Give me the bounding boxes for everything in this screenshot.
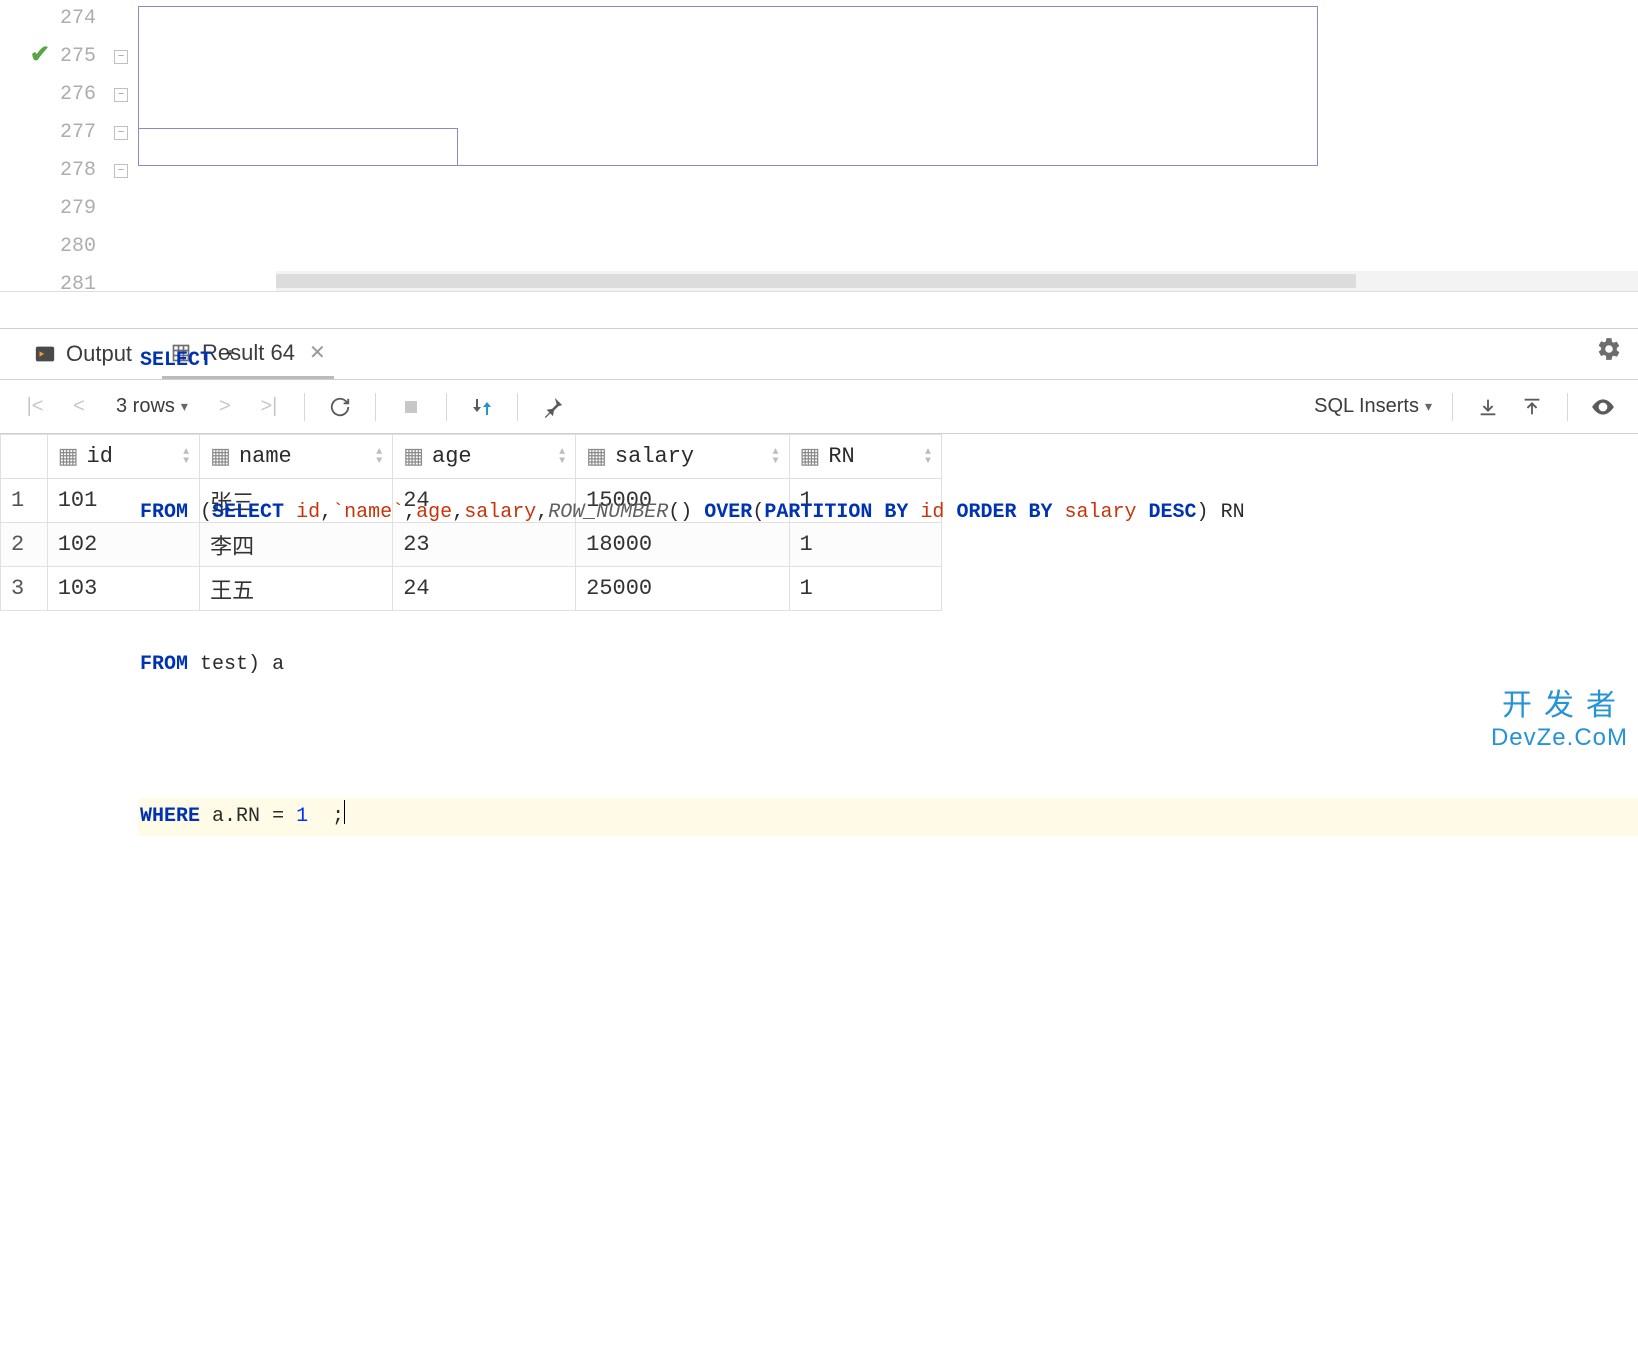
text-caret (344, 800, 345, 824)
code-line[interactable] (138, 1064, 1638, 1102)
column-icon: ▦ (210, 444, 231, 470)
code-line[interactable]: FROM (SELECT id,`name`,age,salary,ROW_NU… (138, 494, 1638, 532)
statement-highlight-box (138, 6, 1318, 166)
fold-toggle-icon[interactable]: − (114, 126, 128, 140)
fold-toggle-icon[interactable]: − (114, 164, 128, 178)
sort-icon[interactable]: ▲▼ (183, 448, 189, 466)
tab-label: Output (66, 341, 132, 367)
first-page-button[interactable]: |< (20, 392, 50, 422)
column-icon: ▦ (800, 444, 821, 470)
column-icon: ▦ (58, 444, 79, 470)
statement-highlight-box (138, 128, 458, 166)
column-icon: ▦ (403, 444, 424, 470)
column-label: age (432, 444, 472, 469)
fold-toggle-icon[interactable]: − (114, 88, 128, 102)
code-line[interactable]: SELECT * (138, 342, 1638, 380)
column-icon: ▦ (586, 444, 607, 470)
column-header-salary[interactable]: ▦ salary ▲▼ (576, 435, 789, 479)
code-line-current[interactable]: WHERE a.RN = 1 ; (138, 798, 1638, 836)
horizontal-scrollbar[interactable] (276, 271, 1638, 291)
line-number: 274 (0, 0, 96, 38)
sort-icon[interactable]: ▲▼ (559, 448, 565, 466)
watermark-en: DevZe.CoM (1491, 724, 1628, 753)
column-header-rn[interactable]: ▦ RN ▲▼ (789, 435, 941, 479)
line-number-gutter: 274 ✔ 275 276 277 278 279 280 281 (0, 0, 108, 291)
line-number: 278 (0, 152, 96, 190)
code-line[interactable]: FROM test) a (138, 646, 1638, 684)
watermark-cn: 开发者 (1491, 688, 1628, 724)
column-label: RN (828, 444, 854, 469)
gear-icon[interactable] (1596, 336, 1622, 371)
output-icon (34, 343, 56, 365)
code-line[interactable] (138, 1178, 1638, 1216)
code-line[interactable] (138, 190, 1638, 228)
prev-page-button[interactable]: < (64, 392, 94, 422)
line-number: 281 (0, 266, 96, 304)
line-number: 280 (0, 228, 96, 266)
line-number: ✔ 275 (0, 38, 96, 76)
scrollbar-thumb[interactable] (276, 274, 1356, 288)
sort-icon[interactable]: ▲▼ (773, 448, 779, 466)
column-header-name[interactable]: ▦ name ▲▼ (200, 435, 393, 479)
column-header-id[interactable]: ▦ id ▲▼ (47, 435, 199, 479)
run-success-icon: ✔ (30, 38, 50, 76)
sort-icon[interactable]: ▲▼ (925, 448, 931, 466)
code-line[interactable] (138, 950, 1638, 988)
line-number: 277 (0, 114, 96, 152)
row-number-cell: 3 (1, 567, 48, 611)
line-number: 279 (0, 190, 96, 228)
row-number-header (1, 435, 48, 479)
tab-output[interactable]: Output (26, 329, 140, 379)
table-header-row: ▦ id ▲▼ ▦ name ▲▼ ▦ age ▲▼ (1, 435, 942, 479)
column-label: id (87, 444, 113, 469)
watermark: 开发者 DevZe.CoM (1491, 688, 1628, 753)
sort-icon[interactable]: ▲▼ (376, 448, 382, 466)
row-number-cell: 1 (1, 479, 48, 523)
fold-gutter: − − − − (108, 0, 138, 291)
column-header-age[interactable]: ▦ age ▲▼ (393, 435, 576, 479)
fold-toggle-icon[interactable]: − (114, 50, 128, 64)
column-label: name (239, 444, 292, 469)
column-label: salary (615, 444, 694, 469)
code-text-area[interactable]: SELECT * FROM (SELECT id,`name`,age,sala… (138, 0, 1638, 291)
sql-editor[interactable]: 274 ✔ 275 276 277 278 279 280 281 − − − … (0, 0, 1638, 292)
line-number: 276 (0, 76, 96, 114)
row-number-cell: 2 (1, 523, 48, 567)
